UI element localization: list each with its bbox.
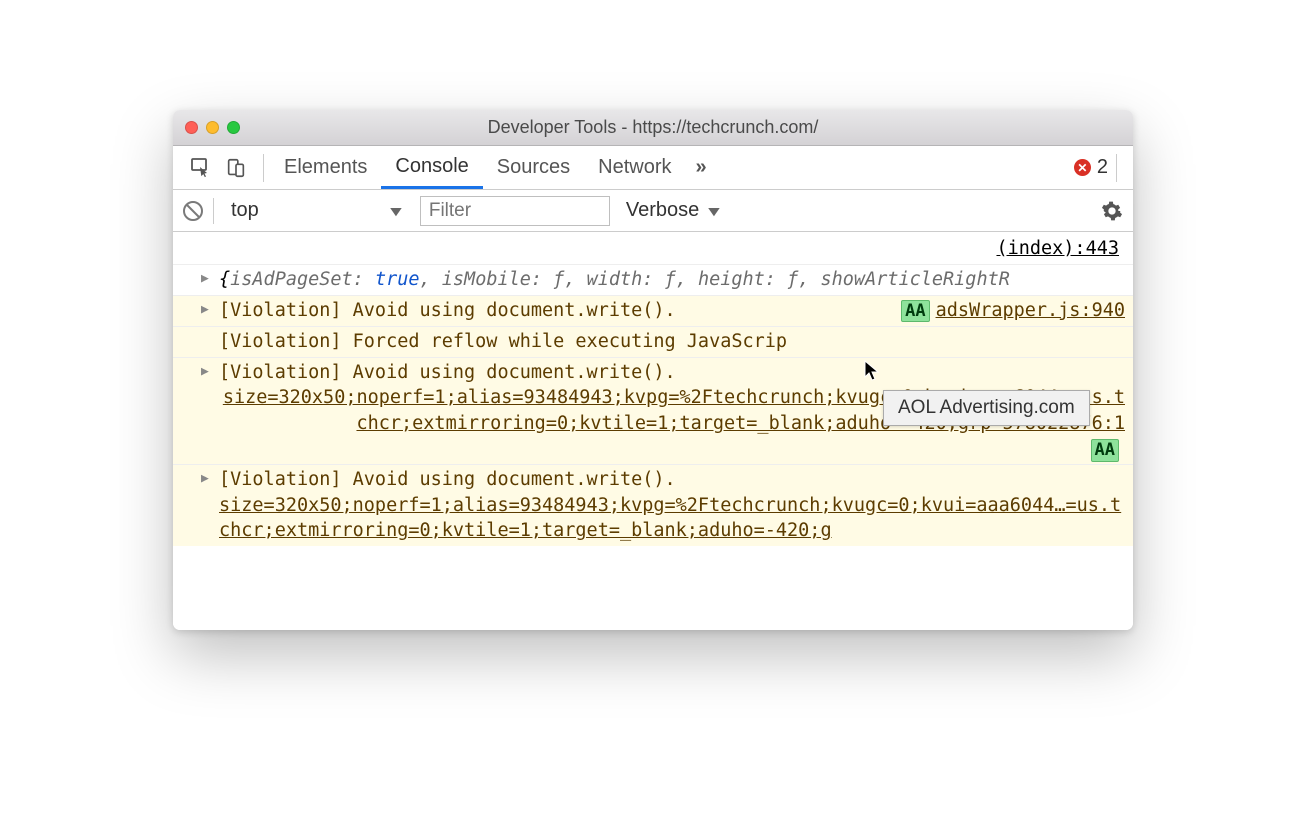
error-icon: ✕: [1074, 159, 1091, 176]
console-row-violation: ▶ [Violation] Avoid using document.write…: [173, 464, 1133, 547]
error-badge[interactable]: ✕ 2: [1074, 156, 1108, 179]
minimize-button[interactable]: [206, 121, 219, 134]
object-key: isMobile:: [442, 269, 542, 290]
level-label: Verbose: [626, 199, 699, 222]
ad-badge[interactable]: AA: [1091, 439, 1119, 461]
tooltip: AOL Advertising.com: [883, 390, 1090, 426]
devtools-window: Developer Tools - https://techcrunch.com…: [173, 110, 1133, 630]
window-title: Developer Tools - https://techcrunch.com…: [173, 117, 1133, 138]
device-toggle-icon[interactable]: [225, 157, 247, 179]
traffic-lights: [185, 121, 240, 134]
disclosure-triangle[interactable]: ▶: [201, 470, 209, 488]
object-value: true: [375, 269, 420, 290]
divider: [263, 154, 264, 182]
error-count: 2: [1097, 156, 1108, 179]
brace: {: [219, 269, 230, 290]
console-toolbar: top ▼ Verbose ▼: [173, 190, 1133, 232]
zoom-button[interactable]: [227, 121, 240, 134]
source-link[interactable]: (index):443: [996, 238, 1119, 259]
function-glyph: ƒ: [553, 269, 564, 290]
settings-icon[interactable]: [1101, 200, 1123, 222]
function-glyph: ƒ: [787, 269, 798, 290]
disclosure-triangle[interactable]: ▶: [201, 363, 209, 381]
object-key: showArticleRightR: [821, 269, 1010, 290]
source-link[interactable]: size=320x50;noperf=1;alias=93484943;kvpg…: [219, 493, 1125, 545]
tab-elements[interactable]: Elements: [270, 146, 381, 189]
context-label: top: [231, 199, 381, 222]
tab-sources[interactable]: Sources: [483, 146, 584, 189]
violation-text: [Violation] Avoid using document.write()…: [219, 362, 676, 383]
titlebar: Developer Tools - https://techcrunch.com…: [173, 110, 1133, 146]
violation-text: [Violation] Avoid using document.write()…: [219, 469, 676, 490]
disclosure-triangle[interactable]: ▶: [201, 301, 209, 319]
context-selector[interactable]: top ▼: [224, 196, 410, 225]
clear-console-icon[interactable]: [183, 201, 203, 221]
tab-console[interactable]: Console: [381, 146, 482, 189]
console-output: (index):443 ▶ {isAdPageSet: true, isMobi…: [173, 232, 1133, 630]
console-row-source: (index):443: [173, 232, 1133, 264]
violation-text: [Violation] Avoid using document.write()…: [219, 300, 676, 321]
tab-network[interactable]: Network: [584, 146, 685, 189]
chevron-down-icon: ▼: [386, 203, 405, 219]
divider: [213, 198, 214, 224]
source-link[interactable]: adsWrapper.js:940: [936, 300, 1125, 321]
close-button[interactable]: [185, 121, 198, 134]
filter-input[interactable]: [420, 196, 610, 226]
object-key: isAdPageSet:: [230, 269, 364, 290]
divider: [1116, 154, 1117, 182]
ad-badge[interactable]: AA: [901, 300, 929, 322]
console-row-violation: ▶ [Violation] Avoid using document.write…: [173, 295, 1133, 326]
inspect-element-icon[interactable]: [189, 156, 213, 180]
object-key: height:: [698, 269, 776, 290]
console-row-object: ▶ {isAdPageSet: true, isMobile: ƒ, width…: [173, 264, 1133, 295]
console-row-violation: [Violation] Forced reflow while executin…: [173, 326, 1133, 357]
disclosure-triangle[interactable]: ▶: [201, 270, 209, 288]
tabs-overflow[interactable]: »: [686, 146, 717, 189]
main-tabbar: Elements Console Sources Network » ✕ 2: [173, 146, 1133, 190]
object-key: width:: [587, 269, 654, 290]
level-selector[interactable]: Verbose ▼: [620, 197, 727, 224]
chevron-down-icon: ▼: [704, 203, 723, 219]
violation-text: [Violation] Forced reflow while executin…: [219, 331, 787, 352]
function-glyph: ƒ: [665, 269, 676, 290]
